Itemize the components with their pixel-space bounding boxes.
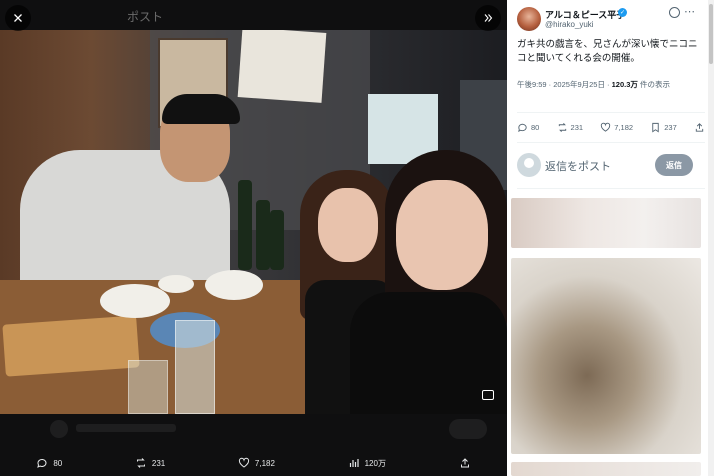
viewer-repost-button[interactable]: 231 [135, 457, 165, 469]
views-icon [349, 459, 359, 467]
viewer-share-button[interactable] [459, 457, 471, 469]
blurred-reply-image[interactable] [511, 258, 701, 454]
media-viewer: ポスト 80 231 7,182 120万 [0, 0, 507, 476]
viewer-views-button[interactable]: 120万 [348, 457, 386, 469]
post-panel: アルコ＆ピース平子 ✓ @hirako_yuki ⋯ ガキ共の戯言を、兄さんが深… [507, 0, 714, 476]
share-button[interactable] [694, 122, 705, 133]
divider [517, 188, 705, 189]
author-handle[interactable]: @hirako_yuki [545, 20, 594, 29]
blurred-reply-preview[interactable] [511, 462, 701, 476]
scrollbar[interactable] [708, 0, 714, 476]
reply-input[interactable]: 返信をポスト [545, 158, 611, 174]
divider [517, 112, 705, 113]
reply-icon [37, 458, 47, 468]
repost-button[interactable]: 231 [557, 122, 584, 133]
post-text: ガキ共の戯言を、兄さんが深い懐でニコニコと聞いてくれる会の開催。 [517, 39, 698, 64]
user-avatar [517, 153, 541, 177]
scrollbar-thumb[interactable] [709, 4, 713, 64]
verified-badge-icon: ✓ [618, 8, 627, 17]
bookmark-count: 237 [664, 123, 677, 132]
viewer-like-count: 7,182 [254, 458, 275, 468]
more-options-icon[interactable]: ⋯ [684, 5, 695, 18]
like-count: 7,182 [614, 123, 634, 132]
share-icon [695, 123, 704, 132]
topbar-title-faint: ポスト [127, 10, 164, 24]
viewer-reply-count: 80 [53, 458, 63, 468]
like-button[interactable]: 7,182 [600, 122, 633, 133]
close-icon[interactable] [5, 5, 31, 31]
viewer-repost-count: 231 [151, 458, 166, 468]
post-photo[interactable] [0, 30, 507, 414]
viewer-reply-button[interactable]: 80 [36, 457, 62, 469]
repost-icon [558, 123, 566, 132]
post-stats-bar: 80 231 7,182 237 [517, 122, 705, 133]
author-avatar[interactable] [517, 7, 541, 31]
reply-count: 80 [531, 123, 540, 132]
share-icon [460, 458, 469, 468]
grok-icon[interactable] [669, 7, 680, 18]
expand-icon[interactable] [475, 5, 501, 31]
viewer-action-bar: 80 231 7,182 120万 [0, 450, 507, 476]
divider [517, 142, 705, 143]
repost-icon [136, 458, 145, 468]
bookmark-button[interactable]: 237 [650, 122, 677, 133]
reply-icon [518, 123, 527, 133]
bookmark-icon [652, 122, 659, 133]
post-meta: 午後9:59 · 2025年9月25日 · 120.3万 件の表示 [517, 79, 703, 91]
post-views-label: 件の表示 [637, 80, 670, 89]
viewer-like-button[interactable]: 7,182 [238, 457, 275, 469]
repost-count: 231 [570, 123, 584, 132]
post-timestamp[interactable]: 午後9:59 · 2025年9月25日 · [517, 80, 612, 89]
heart-icon [601, 122, 611, 132]
alt-text-icon[interactable] [482, 390, 494, 400]
reply-submit-button[interactable]: 返信 [655, 154, 693, 176]
heart-icon [238, 457, 249, 468]
reply-button[interactable]: 80 [517, 122, 539, 133]
blurred-reply-preview[interactable] [511, 198, 701, 248]
ghost-reply-area [40, 414, 507, 448]
viewer-views-count: 120万 [364, 458, 386, 468]
post-views-count: 120.3万 [611, 80, 638, 89]
